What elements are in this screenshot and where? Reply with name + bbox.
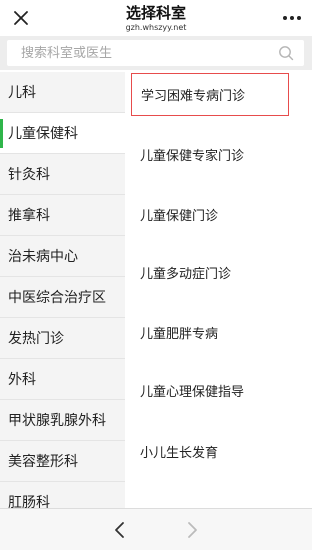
sidebar-item-label: 儿科 [8,85,36,101]
sidebar-item-label: 肛肠科 [8,495,50,508]
department-sidebar: 儿科儿童保健科针灸科推拿科治未病中心中医综合治疗区 发热门诊外科甲状腺乳腺外科 美容… [0,72,125,508]
clinic-item-label: 小儿生长发育 [140,446,219,461]
clinic-item-label: 学习困难专病门诊 [141,89,246,104]
clinic-item[interactable]: 儿童保健专家门诊 [131,133,289,176]
sidebar-item[interactable]: 外科 [0,359,125,400]
search-area [0,36,312,70]
more-horizontal-icon [283,16,301,20]
sidebar-item[interactable]: 美容整形科 [0,441,125,482]
sidebar-item[interactable]: 发热门诊 [0,318,125,359]
back-button[interactable] [110,519,130,541]
clinic-item[interactable]: 学习困难专病门诊 [131,73,289,116]
clinic-item-label: 儿童保健门诊 [140,209,219,224]
sidebar-item[interactable]: 治未病中心 [0,236,125,277]
forward-button[interactable] [182,519,202,541]
page-title: 选择科室 [125,4,186,22]
clinic-list: 学习困难专病门诊 儿童保健专家门诊 儿童保健门诊 儿童多动症门诊 儿童肥胖专病儿童心理保… [125,72,312,508]
sidebar-item-label: 发热门诊 [8,331,64,347]
sidebar-item[interactable]: 儿童保健科 [0,113,125,154]
page-url: gzh.whszyy.net [125,23,187,32]
close-button[interactable] [8,6,34,30]
sidebar-item-label: 治未病中心 [8,249,78,265]
clinic-item[interactable]: 儿童心理保健指导 [131,369,289,412]
clinic-item[interactable]: 小儿生长发育 [131,430,289,473]
top-bar: 选择科室 gzh.whszyy.net [0,0,312,36]
chevron-left-icon [115,522,124,538]
bottom-nav [0,508,312,550]
sidebar-item-label: 甲状腺乳腺外科 [8,413,106,429]
title-block: 选择科室 gzh.whszyy.net [60,4,252,33]
sidebar-item[interactable]: 中医综合治疗区 [0,277,125,318]
sidebar-item-label: 儿童保健科 [8,126,78,142]
sidebar-item-label: 针灸科 [8,167,50,183]
search-icon[interactable] [278,45,294,61]
chevron-right-icon [188,522,197,538]
search-input[interactable] [21,40,261,66]
sidebar-item[interactable]: 针灸科 [0,154,125,195]
active-indicator [0,119,3,148]
sidebar-item[interactable]: 推拿科 [0,195,125,236]
clinic-item-label: 儿童心理保健指导 [140,385,245,400]
clinic-item[interactable]: 儿童多动症门诊 [131,251,289,294]
clinic-item[interactable]: 儿童保健门诊 [131,193,289,236]
sidebar-item-label: 美容整形科 [8,454,78,470]
sidebar-item-label: 中医综合治疗区 [8,290,106,306]
more-button[interactable] [280,6,304,30]
sidebar-item-label: 外科 [8,372,36,388]
sidebar-item[interactable]: 肛肠科 [0,482,125,508]
sidebar-item[interactable]: 儿科 [0,72,125,113]
clinic-item[interactable]: 儿童肥胖专病 [131,311,289,354]
sidebar-item-label: 推拿科 [8,208,50,224]
sidebar-item[interactable]: 甲状腺乳腺外科 [0,400,125,441]
clinic-item-label: 儿童多动症门诊 [140,267,232,282]
clinic-item-label: 儿童肥胖专病 [140,327,219,342]
search-box[interactable] [7,40,304,66]
clinic-item-label: 儿童保健专家门诊 [140,149,245,164]
close-icon [14,11,28,25]
